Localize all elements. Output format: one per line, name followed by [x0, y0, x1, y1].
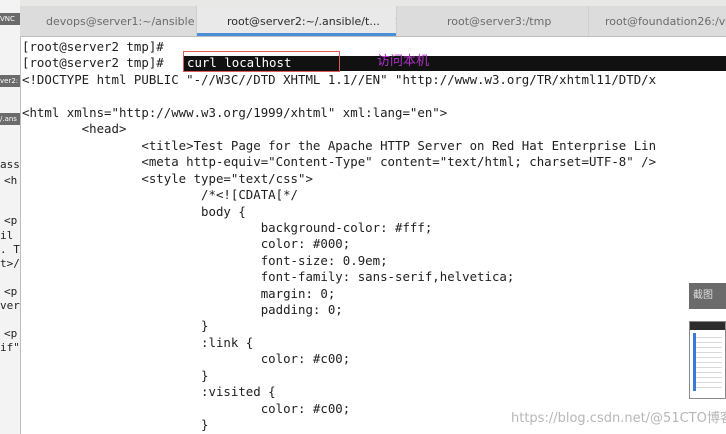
- tab-label: root@foundation26:/va: [605, 14, 726, 28]
- terminal-line: font-size: 0.9em;: [22, 253, 388, 268]
- terminal-line: :visited {: [22, 384, 276, 399]
- terminal-line: padding: 0;: [22, 302, 343, 317]
- bg-text: il: [0, 229, 14, 242]
- tab-label: root@server2:~/.ansible/t...: [227, 14, 380, 28]
- tab-server3[interactable]: root@server3:/tmp ×: [397, 6, 589, 36]
- tab-server2[interactable]: root@server2:~/.ansible/t... ×: [197, 6, 397, 36]
- terminal-line: }: [22, 318, 209, 333]
- bg-text: . T: [0, 243, 20, 256]
- terminal-line: }: [22, 417, 209, 432]
- background-window: VNC ver2: /.ans ass <h <p il . T t>/ <p …: [0, 0, 21, 434]
- tab-label: devops@server1:~/ansible: [46, 14, 195, 28]
- tab-label: root@server3:/tmp: [447, 14, 552, 28]
- terminal-line: color: #c00;: [22, 401, 351, 416]
- terminal-line: [root@server2 tmp]#: [22, 39, 164, 54]
- terminal-line: font-family: sans-serif,helvetica;: [22, 269, 515, 284]
- bg-text: if": [0, 341, 20, 354]
- bg-text: <p: [4, 327, 18, 340]
- bg-text: <p: [4, 214, 18, 227]
- terminal-line: <!DOCTYPE html PUBLIC "-//W3C//DTD XHTML…: [22, 72, 657, 87]
- terminal-line: [root@server2 tmp]#: [22, 55, 164, 70]
- tab-foundation26[interactable]: root@foundation26:/va: [589, 6, 726, 36]
- terminal-line: margin: 0;: [22, 286, 336, 301]
- annotation-text: 访问本机: [377, 54, 430, 69]
- terminal-output[interactable]: [root@server2 tmp]# [root@server2 tmp]# …: [20, 37, 726, 434]
- bg-text: t>/: [0, 257, 20, 270]
- watermark: https://blog.csdn.net/@51CTO博客: [511, 411, 726, 426]
- screenshot-tool-label[interactable]: 截图: [689, 283, 726, 309]
- terminal-line: <title>Test Page for the Apache HTTP Ser…: [22, 138, 657, 153]
- terminal-line: background-color: #fff;: [22, 220, 433, 235]
- terminal-line: <head>: [22, 121, 127, 136]
- terminal-line: color: #000;: [22, 236, 351, 251]
- terminal-line: <meta http-equiv="Content-Type" content=…: [22, 154, 657, 169]
- terminal-line: <html xmlns="http://www.w3.org/1999/xhtm…: [22, 105, 448, 120]
- bg-chip: /.ans: [0, 113, 20, 125]
- bg-text: <p: [4, 285, 18, 298]
- bg-chip: ver2:: [0, 75, 20, 87]
- terminal-line: :link {: [22, 335, 254, 350]
- terminal-line: }: [22, 368, 209, 383]
- terminal-line: /*<![CDATA[*/: [22, 187, 299, 202]
- bg-chip: VNC: [0, 13, 20, 25]
- highlight-box: [183, 51, 340, 72]
- terminal-line: <style type="text/css">: [22, 171, 313, 186]
- terminal-line: color: #c00;: [22, 351, 351, 366]
- thumbnail-preview: [693, 333, 722, 391]
- terminal-line: body {: [22, 204, 246, 219]
- tab-server1[interactable]: devops@server1:~/ansible ×: [20, 6, 197, 36]
- bg-text: <h: [4, 174, 18, 187]
- bg-text: ass: [0, 158, 20, 171]
- tab-bar: devops@server1:~/ansible × root@server2:…: [20, 6, 726, 37]
- thumbnail-header: [690, 322, 725, 330]
- bg-text: ver: [0, 299, 20, 312]
- screenshot-thumbnail[interactable]: [689, 321, 726, 399]
